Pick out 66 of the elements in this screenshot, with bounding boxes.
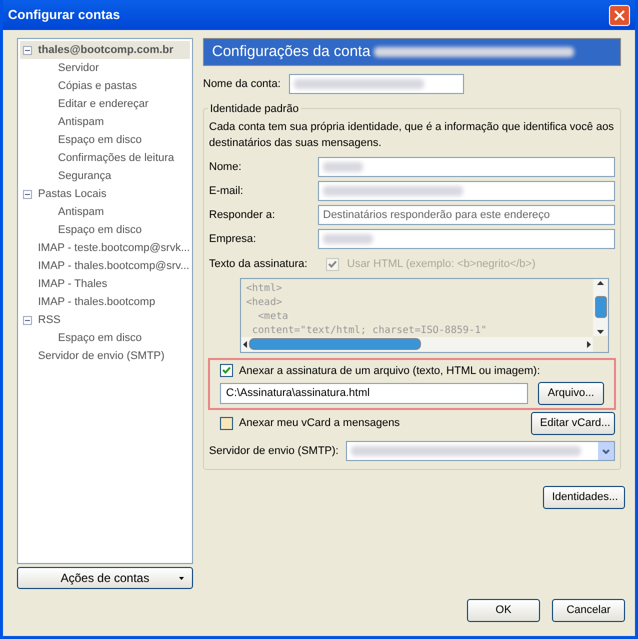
tree-item[interactable]: Espaço em disco [20, 131, 190, 149]
input-field[interactable] [318, 181, 615, 201]
ok-button[interactable]: OK [467, 599, 540, 622]
tree-item[interactable]: Editar e endereçar [20, 95, 190, 113]
checkbox[interactable] [220, 417, 233, 430]
tree-item[interactable]: Confirmações de leitura [20, 149, 190, 167]
field-label: Responder a: [209, 208, 276, 223]
tree-item[interactable]: IMAP - thales.bootcomp@srv... [20, 257, 190, 275]
account-actions-button[interactable]: Ações de contas [17, 567, 193, 589]
tree-item[interactable]: Segurança [20, 167, 190, 185]
checkbox-label: Anexar a assinatura de um arquivo (texto, HTML ou imagem): [239, 364, 540, 378]
signature-label: Texto da assinatura: [209, 257, 308, 272]
checkbox-label: Anexar meu vCard a mensagens [239, 416, 401, 432]
close-icon [614, 10, 625, 20]
field-label: E-mail: [209, 184, 244, 199]
tree-item[interactable]: Cópias e pastas [20, 77, 190, 95]
tree-item[interactable]: RSS [20, 311, 190, 329]
file-path-field[interactable]: C:\Assinatura\assinatura.html [220, 383, 528, 404]
redacted-value [323, 162, 363, 172]
tree-item[interactable]: IMAP - thales.bootcomp [20, 293, 190, 311]
tree-item[interactable]: thales@bootcomp.com.br [20, 41, 190, 59]
arrow-down-icon[interactable] [597, 330, 604, 334]
tree-item[interactable]: IMAP - Thales [20, 275, 190, 293]
tree-item[interactable]: Servidor [20, 59, 190, 77]
collapse-icon[interactable] [22, 190, 32, 198]
identities-button[interactable]: Identidades... [543, 486, 625, 509]
tree-item[interactable]: Servidor de envio (SMTP) [20, 347, 190, 365]
cancel-button[interactable]: Cancelar [552, 599, 625, 622]
group-legend: Identidade padrão [208, 101, 301, 118]
account-name-label: Nome da conta: [203, 76, 281, 92]
tree-item[interactable]: Pastas Locais [20, 185, 190, 203]
identity-description: Cada conta tem sua própria identidade, que é a informação que identifica você aos destinatários das suas mensagens. [209, 120, 615, 151]
file-button[interactable]: Arquivo... [538, 382, 604, 405]
field-label: Nome: [209, 160, 242, 175]
panel-title: Configurações da conta [212, 42, 370, 62]
code-line: <html> [246, 282, 284, 296]
tree-item[interactable]: Antispam [20, 203, 190, 221]
arrow-up-icon[interactable] [597, 280, 604, 284]
field-label: Empresa: [209, 232, 258, 247]
tree-item[interactable]: IMAP - teste.bootcomp@srvk... [20, 239, 190, 257]
smtp-label: Servidor de envio (SMTP): [209, 444, 340, 459]
horizontal-scrollbar[interactable] [241, 336, 593, 352]
tree-item[interactable]: Espaço em disco [20, 221, 190, 239]
vertical-scrollbar[interactable] [593, 278, 608, 336]
chevron-down-icon [602, 448, 610, 454]
checkbox[interactable] [220, 364, 233, 378]
smtp-dropdown[interactable] [346, 441, 615, 461]
redacted-value [323, 234, 373, 244]
input-field[interactable] [318, 229, 615, 249]
code-line: <meta [257, 310, 290, 324]
arrow-right-icon[interactable] [587, 340, 591, 348]
code-line: <head> [246, 296, 284, 310]
code-line: content="text/html; charset=ISO-8859-1" [251, 324, 488, 338]
caret-icon [179, 576, 184, 580]
account-name-field[interactable] [288, 74, 464, 94]
window-title: Configurar contas [8, 6, 120, 24]
collapse-icon[interactable] [22, 316, 32, 324]
close-button[interactable] [609, 4, 630, 26]
checkbox-label: Usar HTML (exemplo: <b>negrito</b>) [347, 257, 536, 272]
collapse-icon[interactable] [22, 46, 32, 54]
input-field[interactable]: Destinatários responderão para este endereço [318, 205, 615, 225]
edit-vcard-button[interactable]: Editar vCard... [531, 412, 615, 435]
input-field[interactable] [318, 157, 615, 177]
tree-item[interactable]: Antispam [20, 113, 190, 131]
tree-item[interactable]: Espaço em disco [20, 329, 190, 347]
arrow-left-icon[interactable] [243, 340, 247, 348]
